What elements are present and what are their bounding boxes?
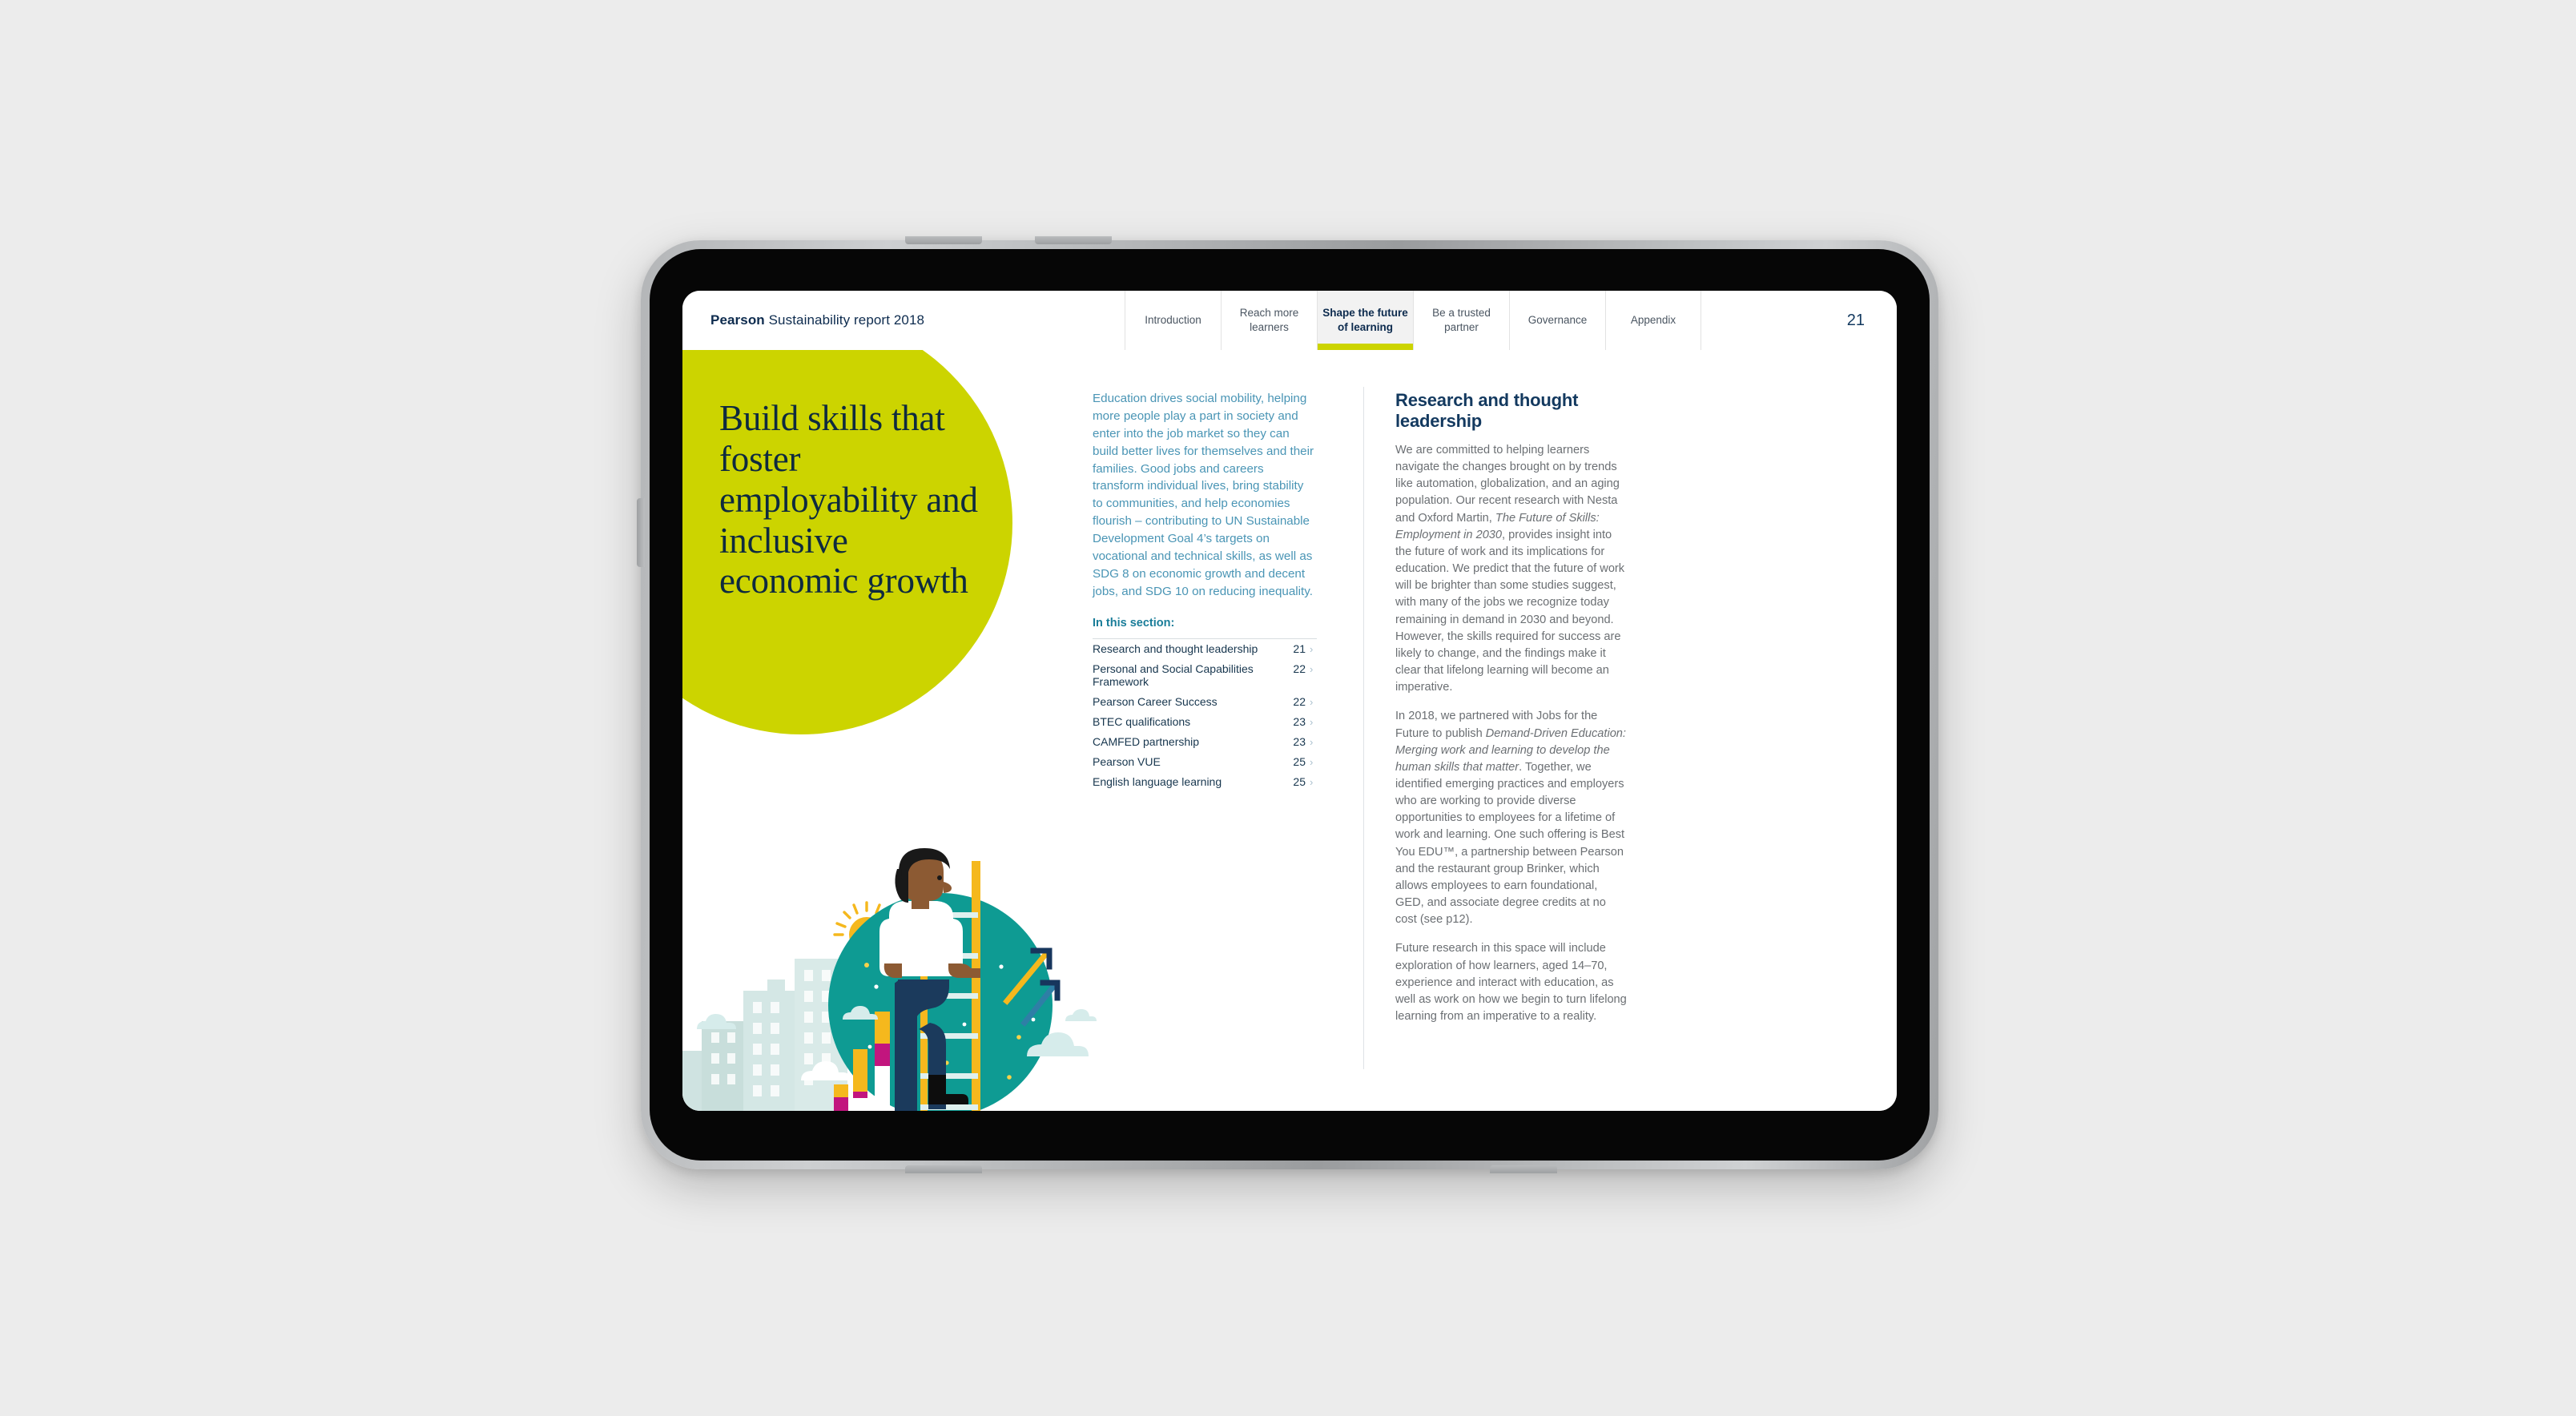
nav-tab-appendix[interactable]: Appendix [1605,291,1701,350]
chevron-right-icon: › [1310,696,1314,709]
nav-tab-governance[interactable]: Governance [1509,291,1605,350]
nav-tab-shape-the-future-of-learning[interactable]: Shape the future of learning [1317,291,1413,350]
toc-item-page: 22 [1293,695,1306,709]
page-number: 21 [1846,311,1865,329]
toc-item-pearson-career-success[interactable]: Pearson Career Success 22 › [1093,692,1317,712]
section-nav: Introduction Reach more learners Shape t… [1125,291,1701,350]
intro-paragraph: Education drives social mobility, helpin… [1093,392,1314,598]
toc-item-label: Research and thought leadership [1093,642,1258,656]
body-paragraph: We are committed to helping learners nav… [1395,444,1625,694]
hardware-button-bottom-left[interactable] [905,1165,982,1173]
toc-item-personal-and-social-capabilities-framework[interactable]: Personal and Social Capabilities Framewo… [1093,659,1317,692]
tablet-device-frame: Pearson Sustainability report 2018 Intro… [637,236,1938,1173]
toc-item-label: Personal and Social Capabilities Framewo… [1093,662,1254,689]
toc-item-pearson-vue[interactable]: Pearson VUE 25 › [1093,752,1317,772]
chevron-right-icon: › [1310,756,1314,769]
chevron-right-icon: › [1310,663,1314,676]
document-body: Build skills that foster employability a… [682,350,1897,1111]
document-header: Pearson Sustainability report 2018 Intro… [682,291,1897,350]
hardware-button-top-right[interactable] [1035,236,1112,244]
chevron-right-icon: › [1310,716,1314,729]
column-divider [1363,387,1364,1069]
toc-item-label: Pearson Career Success [1093,695,1218,709]
growth-illustration [682,848,1097,1111]
toc-item-label: CAMFED partnership [1093,735,1200,749]
page-title: Build skills that foster employability a… [719,398,978,601]
brand-block: Pearson Sustainability report 2018 [682,291,1125,350]
toc-item-label: BTEC qualifications [1093,715,1191,729]
toc-item-english-language-learning[interactable]: English language learning 25 › [1093,772,1317,792]
tablet-screen: Pearson Sustainability report 2018 Intro… [682,291,1897,1111]
nav-tab-label: Shape the future of learning [1322,307,1408,333]
nav-tab-label: Introduction [1145,314,1201,327]
toc-item-camfed-partnership[interactable]: CAMFED partnership 23 › [1093,732,1317,752]
toc-item-label: Pearson VUE [1093,755,1161,769]
toc-item-page: 25 [1293,775,1306,789]
city-skyline-icon [682,959,847,1111]
nav-tab-label: Reach more learners [1239,307,1299,333]
nav-tab-introduction[interactable]: Introduction [1125,291,1221,350]
section-heading: Research and thought leadership [1395,390,1579,431]
toc-heading: In this section: [1093,616,1175,630]
body-paragraph: Future research in this space will inclu… [1395,942,1627,1023]
toc-item-page: 22 [1293,662,1306,676]
toc-item-page: 23 [1293,735,1306,749]
brand-name: Pearson [710,312,765,328]
right-column: Research and thought leadership We are c… [1395,390,1629,1037]
hardware-button-bottom-right[interactable] [1490,1165,1557,1173]
toc-item-research-and-thought-leadership[interactable]: Research and thought leadership 21 › [1093,639,1317,659]
hardware-volume-button[interactable] [637,498,645,567]
center-column: Education drives social mobility, helpin… [1093,390,1317,792]
nav-tab-label: Appendix [1630,314,1676,327]
page-number-area: 21 [1701,291,1897,350]
toc-item-page: 23 [1293,715,1306,729]
toc-item-label: English language learning [1093,775,1222,789]
toc-item-btec-qualifications[interactable]: BTEC qualifications 23 › [1093,712,1317,732]
nav-tab-label: Governance [1527,314,1588,327]
chevron-right-icon: › [1310,776,1314,789]
toc-item-page: 25 [1293,755,1306,769]
tablet-bezel: Pearson Sustainability report 2018 Intro… [650,249,1930,1161]
report-title: Pearson Sustainability report 2018 [710,312,924,328]
toc-list: Research and thought leadership 21 › Per… [1093,638,1317,792]
chevron-right-icon: › [1310,736,1314,749]
nav-tab-label: Be a trusted partner [1432,307,1491,333]
toc-item-page: 21 [1293,642,1306,656]
report-title-rest: Sustainability report 2018 [764,312,925,328]
nav-tab-be-a-trusted-partner[interactable]: Be a trusted partner [1413,291,1509,350]
nav-tab-reach-more-learners[interactable]: Reach more learners [1221,291,1317,350]
active-tab-underline [1318,344,1413,350]
hardware-button-top-left[interactable] [905,236,982,244]
chevron-right-icon: › [1310,643,1314,656]
body-paragraph: In 2018, we partnered with Jobs for the … [1395,710,1626,927]
